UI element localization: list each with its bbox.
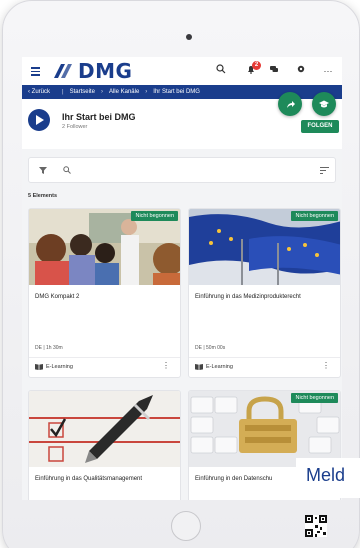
breadcrumb-item-current: Ihr Start bei DMG: [153, 89, 200, 95]
qr-code-icon: [305, 515, 327, 537]
follow-button[interactable]: FOLGEN: [301, 120, 339, 133]
course-thumbnail-checklist: [29, 391, 180, 467]
logo-text: DMG: [78, 59, 133, 83]
breadcrumb-separator: ›: [100, 89, 103, 95]
more-vertical-icon[interactable]: ⋮: [322, 362, 330, 370]
course-thumbnail-eu-flags: Nicht begonnen: [189, 209, 340, 285]
breadcrumb-item-channels[interactable]: Alle Kanäle: [109, 89, 139, 95]
status-badge: Nicht begonnen: [291, 211, 338, 221]
overlay-heading: Meld: [296, 458, 360, 498]
breadcrumb-separator: ›: [145, 89, 148, 95]
course-thumbnail-padlock: Nicht begonnen: [189, 391, 340, 467]
dmg-logo-mark-icon: [54, 64, 72, 78]
notification-badge: 2: [252, 61, 261, 70]
course-thumbnail-classroom: Nicht begonnen: [29, 209, 180, 285]
search-icon[interactable]: [63, 166, 71, 174]
app-screen: DMG 2 ··· ‹ Zurück | Startseite › Alle K…: [22, 57, 342, 500]
course-title[interactable]: DMG Kompakt 2: [35, 293, 176, 301]
graduation-button[interactable]: [312, 92, 336, 116]
tablet-home-button: [171, 511, 201, 541]
course-title[interactable]: Einführung in das Medizinprodukterecht: [195, 293, 336, 301]
book-icon: [35, 364, 43, 370]
share-button[interactable]: [278, 92, 302, 116]
settings-gear-icon[interactable]: [294, 64, 308, 78]
course-type: E-Learning: [35, 364, 73, 370]
app-bar: DMG 2 ···: [22, 57, 342, 85]
camera-icon: [186, 34, 192, 40]
status-badge: Nicht begonnen: [291, 393, 338, 403]
filter-icon[interactable]: [39, 167, 47, 174]
course-card[interactable]: Einführung in das Qualitätsmanagement: [28, 390, 181, 500]
course-title[interactable]: Einführung in das Qualitätsmanagement: [35, 475, 176, 483]
back-link[interactable]: ‹ Zurück: [28, 89, 56, 95]
breadcrumb-item-home[interactable]: Startseite: [70, 89, 95, 95]
more-vertical-icon[interactable]: ⋮: [162, 362, 170, 370]
channel-followers: 2 Follower: [62, 124, 88, 130]
search-icon[interactable]: [214, 64, 228, 78]
channel-play-icon: [28, 109, 50, 131]
course-type: E-Learning: [195, 364, 233, 370]
card-divider: [29, 357, 180, 358]
menu-icon[interactable]: [31, 67, 40, 76]
course-card[interactable]: Nicht begonnen Einführung in das Medizin…: [188, 208, 341, 378]
filter-bar: [28, 157, 336, 183]
course-type-label: E-Learning: [46, 364, 73, 370]
breadcrumb-separator: |: [62, 89, 64, 95]
share-arrow-icon: [286, 100, 295, 108]
course-type-label: E-Learning: [206, 364, 233, 370]
sort-icon[interactable]: [320, 167, 329, 174]
course-card[interactable]: Nicht begonnen DMG Kompakt 2 DE | 1h 30m…: [28, 208, 181, 378]
graduation-cap-icon: [319, 100, 329, 107]
more-horizontal-icon[interactable]: ···: [321, 64, 335, 78]
logo[interactable]: DMG: [52, 59, 133, 83]
status-badge: Nicht begonnen: [131, 211, 178, 221]
course-meta: DE | 1h 30m: [35, 345, 63, 351]
page: DMG 2 ··· ‹ Zurück | Startseite › Alle K…: [0, 0, 360, 548]
course-meta: DE | 50m 00s: [195, 345, 226, 351]
book-icon: [195, 364, 203, 370]
chat-icon[interactable]: [267, 64, 281, 78]
channel-title: Ihr Start bei DMG: [62, 112, 136, 122]
notifications-icon[interactable]: 2: [244, 61, 261, 78]
element-count: 5 Elements: [28, 193, 58, 199]
channel-header: Ihr Start bei DMG 2 Follower FOLGEN: [22, 92, 342, 149]
card-divider: [189, 357, 340, 358]
